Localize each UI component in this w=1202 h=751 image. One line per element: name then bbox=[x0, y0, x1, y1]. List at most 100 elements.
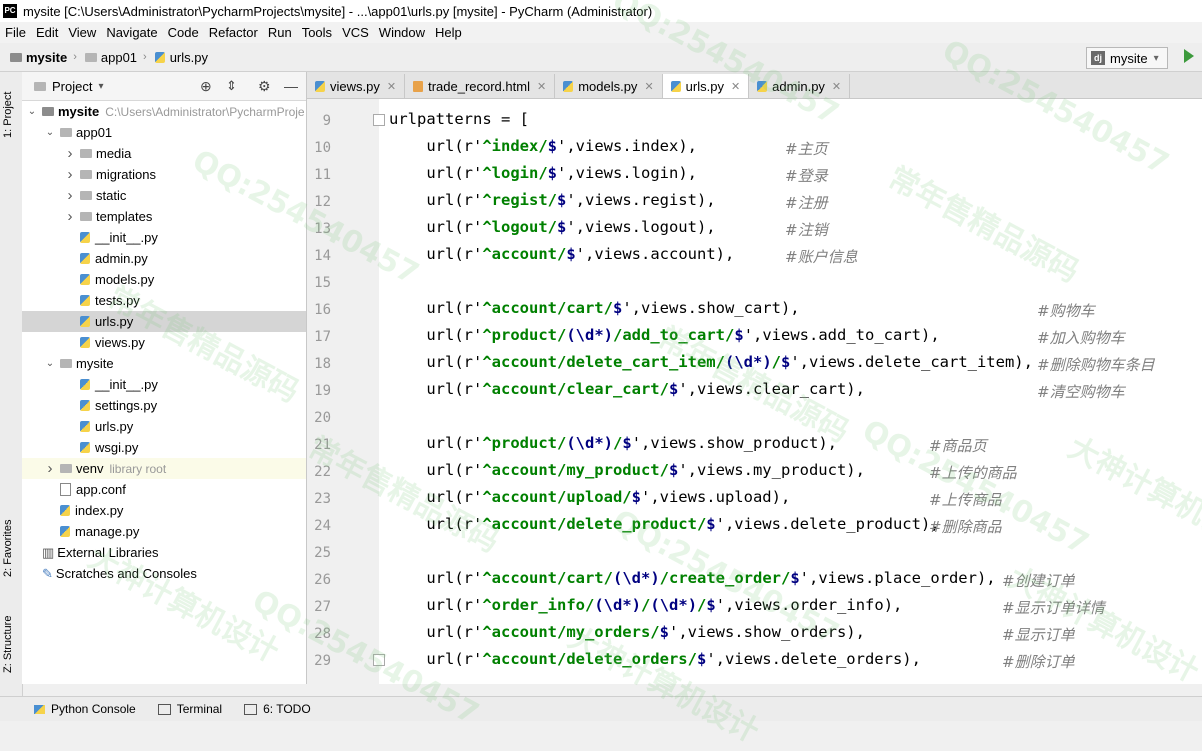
close-icon[interactable]: ✕ bbox=[387, 80, 396, 93]
python-file-icon bbox=[154, 51, 165, 63]
tree-item-label: tests.py bbox=[95, 293, 140, 308]
tree-item[interactable]: wsgi.py bbox=[22, 437, 306, 458]
tree-item[interactable]: ▥ External Libraries bbox=[22, 542, 306, 563]
code-line: url(r'^account/upload/$',views.upload), bbox=[389, 488, 791, 506]
tree-item[interactable]: index.py bbox=[22, 500, 306, 521]
tree-item[interactable]: ⌄ app01 bbox=[22, 122, 306, 143]
tree-item-label: index.py bbox=[75, 503, 124, 518]
bottom-tool-6-todo[interactable]: 6: TODO bbox=[244, 702, 311, 716]
menu-item-run[interactable]: Run bbox=[263, 25, 297, 40]
tree-item[interactable]: settings.py bbox=[22, 395, 306, 416]
breadcrumb-project[interactable]: mysite › bbox=[10, 50, 77, 65]
navigation-bar: mysite › app01 › urls.py bbox=[0, 43, 1202, 72]
hide-icon[interactable]: — bbox=[284, 78, 298, 94]
fold-marker-icon[interactable] bbox=[373, 114, 385, 126]
menu-item-refactor[interactable]: Refactor bbox=[204, 25, 263, 40]
line-number: 24 bbox=[314, 518, 331, 534]
tree-item[interactable]: ⌄ mysite bbox=[22, 353, 306, 374]
gear-icon[interactable]: ⚙ bbox=[258, 78, 271, 95]
close-icon[interactable]: ✕ bbox=[537, 80, 546, 93]
line-number: 20 bbox=[314, 410, 331, 426]
line-number: 14 bbox=[314, 248, 331, 264]
library-icon: ▥ bbox=[42, 544, 55, 560]
tab-views-py[interactable]: views.py ✕ bbox=[307, 74, 406, 98]
code-comment: #商品页 bbox=[929, 437, 987, 455]
bottom-tool-terminal[interactable]: Terminal bbox=[157, 702, 222, 716]
tool-tab-favorites[interactable]: 2: Favorites bbox=[2, 508, 20, 588]
tree-item-label: settings.py bbox=[95, 398, 158, 413]
tree-item[interactable]: › migrations bbox=[22, 164, 306, 185]
fold-marker-icon[interactable] bbox=[373, 654, 385, 666]
tree-item[interactable]: models.py bbox=[22, 269, 306, 290]
code-line: url(r'^product/(\d*)/add_to_cart/$',view… bbox=[389, 326, 940, 344]
tab-admin-py[interactable]: admin.py ✕ bbox=[749, 74, 851, 98]
tree-item[interactable]: › static bbox=[22, 185, 306, 206]
menu-item-code[interactable]: Code bbox=[163, 25, 204, 40]
menu-item-file[interactable]: File bbox=[0, 25, 31, 40]
menu-item-view[interactable]: View bbox=[63, 25, 101, 40]
chevron-down-icon[interactable]: ⌄ bbox=[44, 127, 56, 138]
folder-icon bbox=[60, 464, 72, 473]
menu-item-window[interactable]: Window bbox=[374, 25, 430, 40]
line-number: 18 bbox=[314, 356, 331, 372]
locate-icon[interactable]: ⊕ bbox=[200, 78, 212, 95]
tree-item[interactable]: views.py bbox=[22, 332, 306, 353]
chevron-right-icon[interactable]: › bbox=[64, 145, 76, 162]
folder-icon bbox=[10, 52, 22, 62]
tree-item[interactable]: › templates bbox=[22, 206, 306, 227]
tree-item[interactable]: __init__.py bbox=[22, 374, 306, 395]
tree-item-hint: C:\Users\Administrator\PycharmProje bbox=[105, 104, 305, 119]
line-number: 9 bbox=[322, 113, 331, 129]
tree-item[interactable]: admin.py bbox=[22, 248, 306, 269]
chevron-down-icon[interactable]: ⌄ bbox=[26, 106, 38, 117]
code-comment: #注册 bbox=[785, 194, 828, 212]
run-configuration-select[interactable]: dj mysite ▾ bbox=[1086, 47, 1168, 69]
project-view-select[interactable]: Project bbox=[52, 79, 92, 94]
close-icon[interactable]: ✕ bbox=[644, 80, 653, 93]
tab-urls-py[interactable]: urls.py ✕ bbox=[662, 74, 750, 98]
menu-item-navigate[interactable]: Navigate bbox=[101, 25, 162, 40]
line-number: 22 bbox=[314, 464, 331, 480]
menu-item-help[interactable]: Help bbox=[430, 25, 467, 40]
breadcrumb-file[interactable]: urls.py bbox=[154, 50, 208, 65]
close-icon[interactable]: ✕ bbox=[731, 80, 740, 93]
tool-tab-project[interactable]: 1: Project bbox=[2, 80, 20, 150]
tree-item[interactable]: › media bbox=[22, 143, 306, 164]
code-editor[interactable]: 9 10 11 12 13 14 15 16 17 18 19 20 21 22 23 24 25 26 27 28 2… bbox=[307, 99, 1202, 684]
chevron-right-icon[interactable]: › bbox=[44, 460, 56, 477]
bottom-tool-python-console[interactable]: Python Console bbox=[34, 702, 136, 716]
python-file-icon bbox=[60, 526, 70, 537]
close-icon[interactable]: ✕ bbox=[832, 80, 841, 93]
breadcrumb-folder[interactable]: app01 › bbox=[84, 50, 147, 65]
tree-item-label: media bbox=[96, 146, 132, 161]
menu-item-edit[interactable]: Edit bbox=[31, 25, 63, 40]
chevron-down-icon[interactable]: ⌄ bbox=[44, 358, 56, 369]
menu-item-vcs[interactable]: VCS bbox=[337, 25, 374, 40]
chevron-right-icon[interactable]: › bbox=[64, 187, 76, 204]
tree-item-hint: library root bbox=[109, 461, 167, 476]
line-number: 27 bbox=[314, 599, 331, 615]
terminal-icon bbox=[157, 703, 171, 715]
menu-item-tools[interactable]: Tools bbox=[297, 25, 337, 40]
folder-icon bbox=[80, 191, 92, 200]
chevron-right-icon[interactable]: › bbox=[64, 166, 76, 183]
tree-item[interactable]: ⌄ mysite C:\Users\Administrator\PycharmPro… bbox=[22, 101, 306, 122]
tree-item[interactable]: __init__.py bbox=[22, 227, 306, 248]
tree-item[interactable]: manage.py bbox=[22, 521, 306, 542]
chevron-down-icon[interactable]: ▾ bbox=[98, 81, 103, 92]
tree-item[interactable]: tests.py bbox=[22, 290, 306, 311]
tree-item[interactable]: urls.py bbox=[22, 416, 306, 437]
tree-item[interactable]: ✎ Scratches and Consoles bbox=[22, 563, 306, 584]
tree-item[interactable]: urls.py bbox=[22, 311, 306, 332]
collapse-all-icon[interactable]: ⇕ bbox=[226, 78, 237, 94]
tab-models-py[interactable]: models.py ✕ bbox=[555, 74, 663, 98]
code-comment: #登录 bbox=[785, 167, 828, 185]
tab-trade-record-html[interactable]: trade_record.html ✕ bbox=[405, 74, 556, 98]
tree-item[interactable]: › venv library root bbox=[22, 458, 306, 479]
tree-item[interactable]: app.conf bbox=[22, 479, 306, 500]
run-button[interactable] bbox=[1184, 49, 1194, 63]
line-number: 19 bbox=[314, 383, 331, 399]
tool-tab-structure[interactable]: Z: Structure bbox=[2, 604, 20, 684]
chevron-right-icon[interactable]: › bbox=[64, 208, 76, 225]
python-file-icon bbox=[80, 274, 90, 285]
